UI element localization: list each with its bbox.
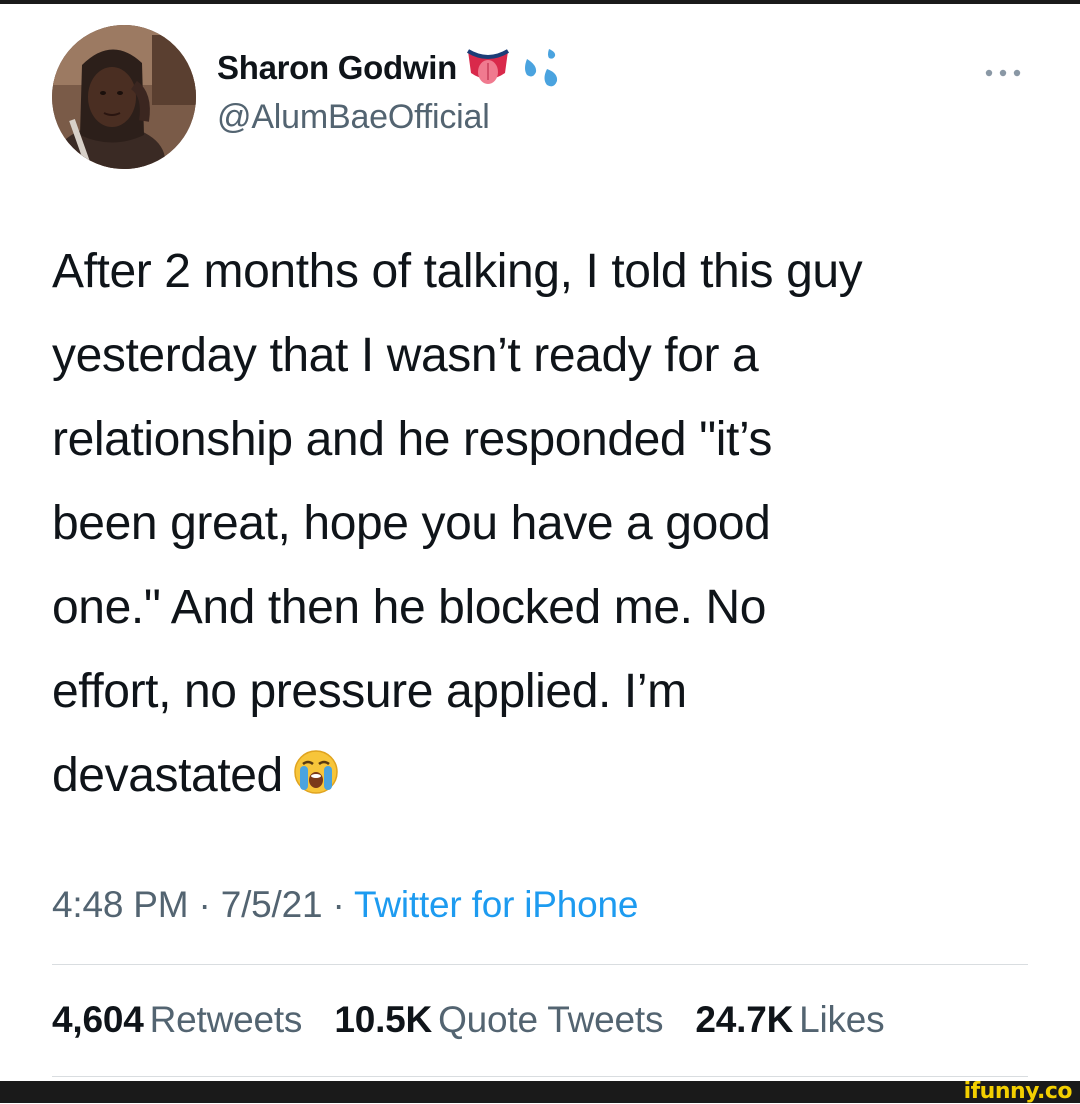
ifunny-watermark: ifunny.co [963, 1079, 1073, 1104]
tweet-time[interactable]: 4:48 PM [52, 884, 189, 925]
tweet-source-link[interactable]: Twitter for iPhone [354, 884, 639, 925]
author-info: Sharon Godwin @AlumBaeOfficial [217, 44, 565, 137]
tweet-text: After 2 months of talking, I told this g… [52, 230, 1052, 818]
tweet-meta: 4:48 PM · 7/5/21 · Twitter for iPhone [52, 884, 638, 926]
handle[interactable]: @AlumBaeOfficial [217, 98, 565, 137]
retweets-stat[interactable]: 4,604 Retweets [52, 999, 302, 1041]
avatar-image [52, 25, 196, 169]
tweet-line: devastated [52, 749, 283, 802]
tweet-last-line: devastated [52, 734, 1052, 818]
likes-label: Likes [799, 999, 885, 1040]
more-horizontal-icon[interactable] [982, 58, 1024, 88]
tweet-line: one." And then he blocked me. No [52, 581, 767, 634]
retweets-label: Retweets [149, 999, 303, 1040]
tweet-line: been great, hope you have a good [52, 497, 771, 550]
engagement-stats: 4,604 Retweets 10.5K Quote Tweets 24.7K Lik… [52, 999, 907, 1041]
tweet-date[interactable]: 7/5/21 [221, 884, 323, 925]
likes-stat[interactable]: 24.7K Likes [695, 999, 884, 1041]
tongue-icon [465, 45, 511, 91]
likes-count: 24.7K [695, 999, 794, 1040]
tweet-line: relationship and he responded "it’s [52, 413, 772, 466]
retweets-count: 4,604 [52, 999, 144, 1040]
tweet-line: yesterday that I wasn’t ready for a [52, 329, 759, 382]
tweet-card: Sharon Godwin @AlumBaeOfficial After 2 m… [0, 4, 1080, 1081]
sweat-droplets-icon [519, 45, 565, 91]
tweet-line: effort, no pressure applied. I’m [52, 665, 687, 718]
footer-bar [0, 1081, 1080, 1103]
tweet-line: After 2 months of talking, I told this g… [52, 245, 863, 298]
divider [52, 1076, 1028, 1077]
name-row: Sharon Godwin [217, 44, 565, 92]
quote-tweets-count: 10.5K [334, 999, 433, 1040]
meta-separator: · [188, 884, 221, 925]
divider [52, 964, 1028, 965]
quote-tweets-label: Quote Tweets [438, 999, 664, 1040]
avatar[interactable] [52, 25, 196, 169]
display-name[interactable]: Sharon Godwin [217, 49, 457, 87]
meta-separator: · [322, 884, 354, 925]
quote-tweets-stat[interactable]: 10.5K Quote Tweets [334, 999, 663, 1041]
loudly-crying-face-icon [291, 740, 341, 794]
